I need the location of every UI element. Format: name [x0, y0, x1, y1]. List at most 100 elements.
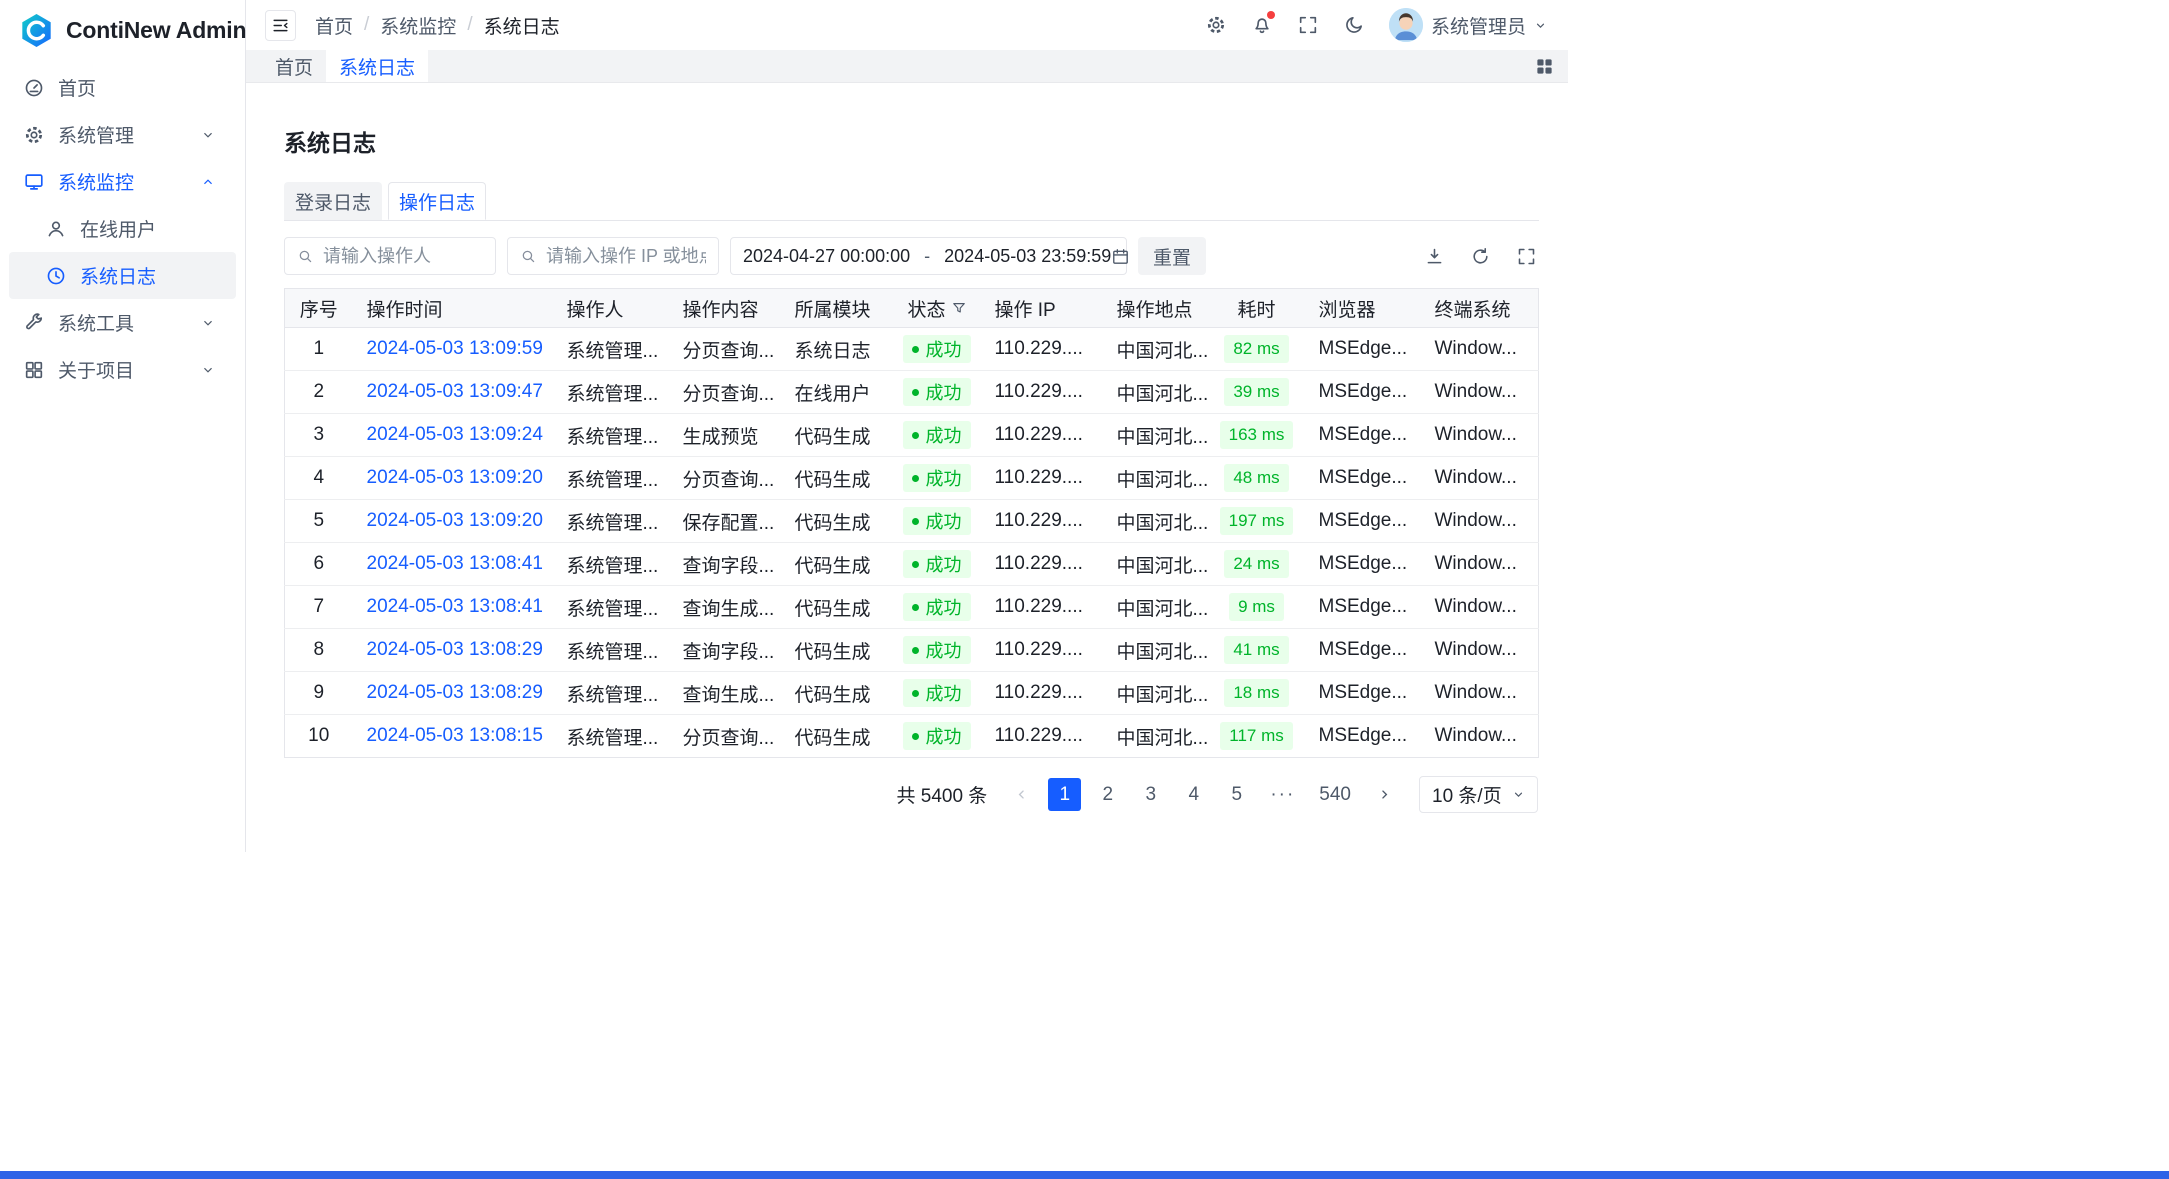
sidebar-collapse-button[interactable]: [265, 10, 296, 41]
cell-index: 9: [285, 672, 353, 715]
reset-button[interactable]: 重置: [1138, 237, 1206, 275]
cell-duration: 197 ms: [1209, 500, 1305, 543]
status-dot: [912, 647, 919, 654]
pagination-page-5[interactable]: 5: [1220, 778, 1253, 811]
time-link[interactable]: 2024-05-03 13:08:29: [367, 682, 543, 703]
tab-operation-logs[interactable]: 操作日志: [388, 182, 486, 220]
column-header-content: 操作内容: [669, 289, 781, 328]
table-row: 9 2024-05-03 13:08:29 系统管理... 查询生成... 代码…: [285, 672, 1539, 715]
page-tab-home[interactable]: 首页: [262, 50, 326, 82]
pagination-page-1[interactable]: 1: [1048, 778, 1081, 811]
cell-browser: MSEdge...: [1305, 371, 1421, 414]
cell-os: Window...: [1421, 715, 1539, 758]
cell-os: Window...: [1421, 586, 1539, 629]
pagination-page-540[interactable]: 540: [1312, 778, 1358, 811]
table-row: 2 2024-05-03 13:09:47 系统管理... 分页查询... 在线…: [285, 371, 1539, 414]
sidebar-item-system-monitor[interactable]: 系统监控: [0, 158, 245, 205]
download-icon[interactable]: [1424, 246, 1445, 267]
cell-operator: 系统管理...: [553, 414, 669, 457]
time-link[interactable]: 2024-05-03 13:08:41: [367, 596, 543, 617]
sidebar-item-system-tools[interactable]: 系统工具: [0, 299, 245, 346]
cell-content: 分页查询...: [669, 328, 781, 371]
date-range-picker[interactable]: 2024-04-27 00:00:00 - 2024-05-03 23:59:5…: [730, 237, 1127, 275]
page-tab-system-logs[interactable]: 系统日志: [326, 50, 428, 82]
gear-icon[interactable]: [1205, 14, 1227, 36]
cell-content: 分页查询...: [669, 457, 781, 500]
chevron-down-icon: [1512, 788, 1525, 801]
status-dot: [912, 604, 919, 611]
ip-search-input[interactable]: [546, 246, 706, 267]
pagination-page-4[interactable]: 4: [1177, 778, 1210, 811]
cell-operator: 系统管理...: [553, 586, 669, 629]
cell-module: 代码生成: [781, 457, 893, 500]
sidebar-item-online-users[interactable]: 在线用户: [0, 205, 245, 252]
cell-ip: 110.229....: [981, 715, 1103, 758]
cell-ip: 110.229....: [981, 586, 1103, 629]
time-link[interactable]: 2024-05-03 13:09:24: [367, 424, 543, 445]
filter-icon[interactable]: [952, 301, 966, 315]
time-link[interactable]: 2024-05-03 13:08:15: [367, 725, 543, 746]
tab-login-logs[interactable]: 登录日志: [284, 182, 382, 220]
moon-icon[interactable]: [1343, 14, 1365, 36]
time-link[interactable]: 2024-05-03 13:09:59: [367, 338, 543, 359]
expand-icon[interactable]: [1516, 246, 1537, 267]
cell-operator: 系统管理...: [553, 371, 669, 414]
page-size-select[interactable]: 10 条/页: [1419, 776, 1538, 813]
operator-search-field: [284, 237, 496, 275]
cell-operator: 系统管理...: [553, 457, 669, 500]
pagination-next-button[interactable]: [1368, 778, 1401, 811]
cell-location: 中国河北...: [1103, 328, 1209, 371]
pagination-page-3[interactable]: 3: [1134, 778, 1167, 811]
menu-fold-icon: [271, 16, 290, 35]
sidebar-item-label: 首页: [58, 74, 96, 101]
cell-operator: 系统管理...: [553, 715, 669, 758]
chevron-down-icon: [201, 363, 215, 377]
table-row: 4 2024-05-03 13:09:20 系统管理... 分页查询... 代码…: [285, 457, 1539, 500]
time-link[interactable]: 2024-05-03 13:09:20: [367, 467, 543, 488]
cell-time: 2024-05-03 13:08:29: [353, 672, 553, 715]
cell-operator: 系统管理...: [553, 672, 669, 715]
cell-os: Window...: [1421, 500, 1539, 543]
sidebar-item-about-project[interactable]: 关于项目: [0, 346, 245, 393]
status-badge: 成功: [903, 550, 971, 578]
breadcrumb-item[interactable]: 首页: [315, 12, 353, 39]
table-row: 6 2024-05-03 13:08:41 系统管理... 查询字段... 代码…: [285, 543, 1539, 586]
duration-badge: 82 ms: [1224, 335, 1288, 363]
breadcrumb-separator: /: [467, 14, 472, 36]
page-tab-label: 首页: [275, 53, 313, 80]
apps-grid-icon: [23, 359, 45, 381]
pagination-prev-button[interactable]: [1005, 778, 1038, 811]
time-link[interactable]: 2024-05-03 13:09:47: [367, 381, 543, 402]
status-badge: 成功: [903, 464, 971, 492]
time-link[interactable]: 2024-05-03 13:08:29: [367, 639, 543, 660]
sidebar-item-home[interactable]: 首页: [0, 64, 245, 111]
breadcrumb-item[interactable]: 系统监控: [380, 12, 456, 39]
notification-dot: [1267, 11, 1275, 19]
refresh-icon[interactable]: [1470, 246, 1491, 267]
cell-duration: 163 ms: [1209, 414, 1305, 457]
pagination-more-button[interactable]: ···: [1263, 778, 1302, 811]
tabs-grid-icon[interactable]: [1535, 50, 1554, 82]
cell-status: 成功: [893, 328, 981, 371]
cell-content: 查询生成...: [669, 586, 781, 629]
fullscreen-icon[interactable]: [1297, 14, 1319, 36]
table-row: 8 2024-05-03 13:08:29 系统管理... 查询字段... 代码…: [285, 629, 1539, 672]
sidebar-item-label: 关于项目: [58, 356, 134, 383]
cell-module: 代码生成: [781, 500, 893, 543]
cell-operator: 系统管理...: [553, 629, 669, 672]
app-window: ContiNew Admin 首页 系统管理: [0, 0, 1568, 852]
column-header-index: 序号: [285, 289, 353, 328]
time-link[interactable]: 2024-05-03 13:08:41: [367, 553, 543, 574]
column-header-os: 终端系统: [1421, 289, 1539, 328]
sidebar-item-system-management[interactable]: 系统管理: [0, 111, 245, 158]
bell-icon[interactable]: [1251, 14, 1273, 36]
cell-index: 4: [285, 457, 353, 500]
sidebar-item-label: 系统工具: [58, 309, 134, 336]
avatar: [1389, 8, 1423, 42]
status-dot: [912, 518, 919, 525]
pagination-page-2[interactable]: 2: [1091, 778, 1124, 811]
sidebar-item-system-logs[interactable]: 系统日志: [9, 252, 236, 299]
user-menu[interactable]: 系统管理员: [1389, 8, 1547, 42]
operator-search-input[interactable]: [323, 246, 483, 267]
time-link[interactable]: 2024-05-03 13:09:20: [367, 510, 543, 531]
